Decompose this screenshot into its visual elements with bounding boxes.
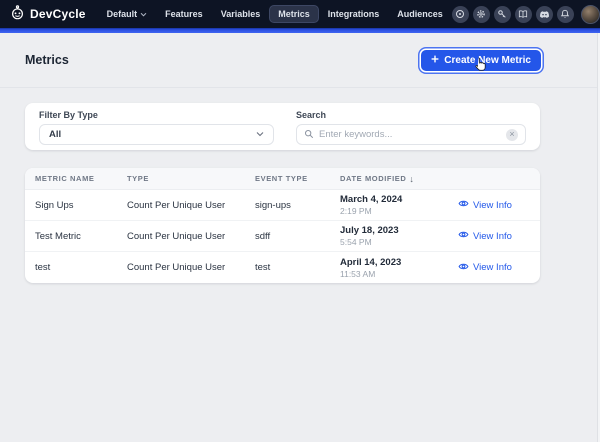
- search-group: Search ×: [296, 110, 526, 150]
- target-icon[interactable]: [452, 6, 469, 23]
- chevron-down-icon: [256, 129, 264, 140]
- table-row[interactable]: Test Metric Count Per Unique User sdff J…: [25, 221, 540, 252]
- brand-logo[interactable]: DevCycle: [10, 5, 86, 23]
- event-type-cell: sdff: [255, 231, 340, 242]
- navbar-actions: [452, 5, 600, 24]
- eye-icon: [458, 229, 469, 243]
- view-info-link[interactable]: View Info: [458, 261, 540, 275]
- search-input[interactable]: [319, 129, 501, 140]
- event-type-cell: sign-ups: [255, 200, 340, 211]
- search-icon: [304, 126, 314, 144]
- book-icon[interactable]: [515, 6, 532, 23]
- nav-item-audiences[interactable]: Audiences: [388, 5, 452, 23]
- nav-item-integrations[interactable]: Integrations: [319, 5, 389, 23]
- table-row[interactable]: Sign Ups Count Per Unique User sign-ups …: [25, 190, 540, 221]
- event-type-cell: test: [255, 262, 340, 273]
- nav-item-default[interactable]: Default: [98, 5, 157, 23]
- chevron-down-icon: [140, 9, 147, 19]
- key-icon[interactable]: [494, 6, 511, 23]
- metric-name-cell: Test Metric: [25, 231, 127, 242]
- table-row[interactable]: test Count Per Unique User test April 14…: [25, 252, 540, 283]
- type-cell: Count Per Unique User: [127, 231, 255, 242]
- clear-search-icon[interactable]: ×: [506, 129, 518, 141]
- app-window: DevCycle Default Features Variables Metr…: [0, 0, 600, 442]
- discord-icon[interactable]: [536, 6, 553, 23]
- page-header: Metrics Create New Metric: [0, 33, 600, 88]
- table-header-row: METRIC NAME TYPE EVENT TYPE DATE MODIFIE…: [25, 168, 540, 190]
- nav-item-metrics[interactable]: Metrics: [269, 5, 319, 23]
- search-label: Search: [296, 110, 526, 120]
- col-metric-name[interactable]: METRIC NAME: [25, 174, 127, 183]
- gear-icon[interactable]: [473, 6, 490, 23]
- nav-menu: Default Features Variables Metrics Integ…: [98, 5, 452, 23]
- metrics-table: METRIC NAME TYPE EVENT TYPE DATE MODIFIE…: [25, 168, 540, 283]
- col-event-type[interactable]: EVENT TYPE: [255, 174, 340, 183]
- view-info-link[interactable]: View Info: [458, 198, 540, 212]
- type-cell: Count Per Unique User: [127, 200, 255, 211]
- brand-name: DevCycle: [30, 7, 86, 21]
- user-avatar[interactable]: [581, 5, 600, 24]
- top-navbar: DevCycle Default Features Variables Metr…: [0, 0, 600, 28]
- plus-icon: [431, 55, 439, 66]
- date-modified-cell: April 14, 2023 11:53 AM: [340, 257, 458, 279]
- type-cell: Count Per Unique User: [127, 262, 255, 273]
- sort-desc-icon: ↓: [409, 174, 414, 184]
- filter-type-select[interactable]: All: [39, 124, 274, 145]
- bell-icon[interactable]: [557, 6, 574, 23]
- filter-by-type-group: Filter By Type All: [39, 110, 274, 150]
- create-new-metric-label: Create New Metric: [444, 55, 531, 66]
- metric-name-cell: test: [25, 262, 127, 273]
- filter-type-selected-value: All: [49, 129, 61, 140]
- date-modified-cell: March 4, 2024 2:19 PM: [340, 194, 458, 216]
- date-modified-cell: July 18, 2023 5:54 PM: [340, 225, 458, 247]
- view-info-link[interactable]: View Info: [458, 229, 540, 243]
- page-title: Metrics: [25, 53, 69, 67]
- eye-icon: [458, 198, 469, 212]
- devcycle-robot-icon: [10, 5, 25, 23]
- eye-icon: [458, 261, 469, 275]
- nav-item-variables[interactable]: Variables: [212, 5, 270, 23]
- filter-card: Filter By Type All Search: [25, 103, 540, 150]
- metric-name-cell: Sign Ups: [25, 200, 127, 211]
- col-date-modified[interactable]: DATE MODIFIED ↓: [340, 174, 458, 184]
- col-type[interactable]: TYPE: [127, 174, 255, 183]
- search-box: ×: [296, 124, 526, 145]
- main-content: Filter By Type All Search: [25, 103, 540, 283]
- filter-by-type-label: Filter By Type: [39, 110, 274, 120]
- nav-item-features[interactable]: Features: [156, 5, 212, 23]
- cursor-pointer: [474, 57, 487, 77]
